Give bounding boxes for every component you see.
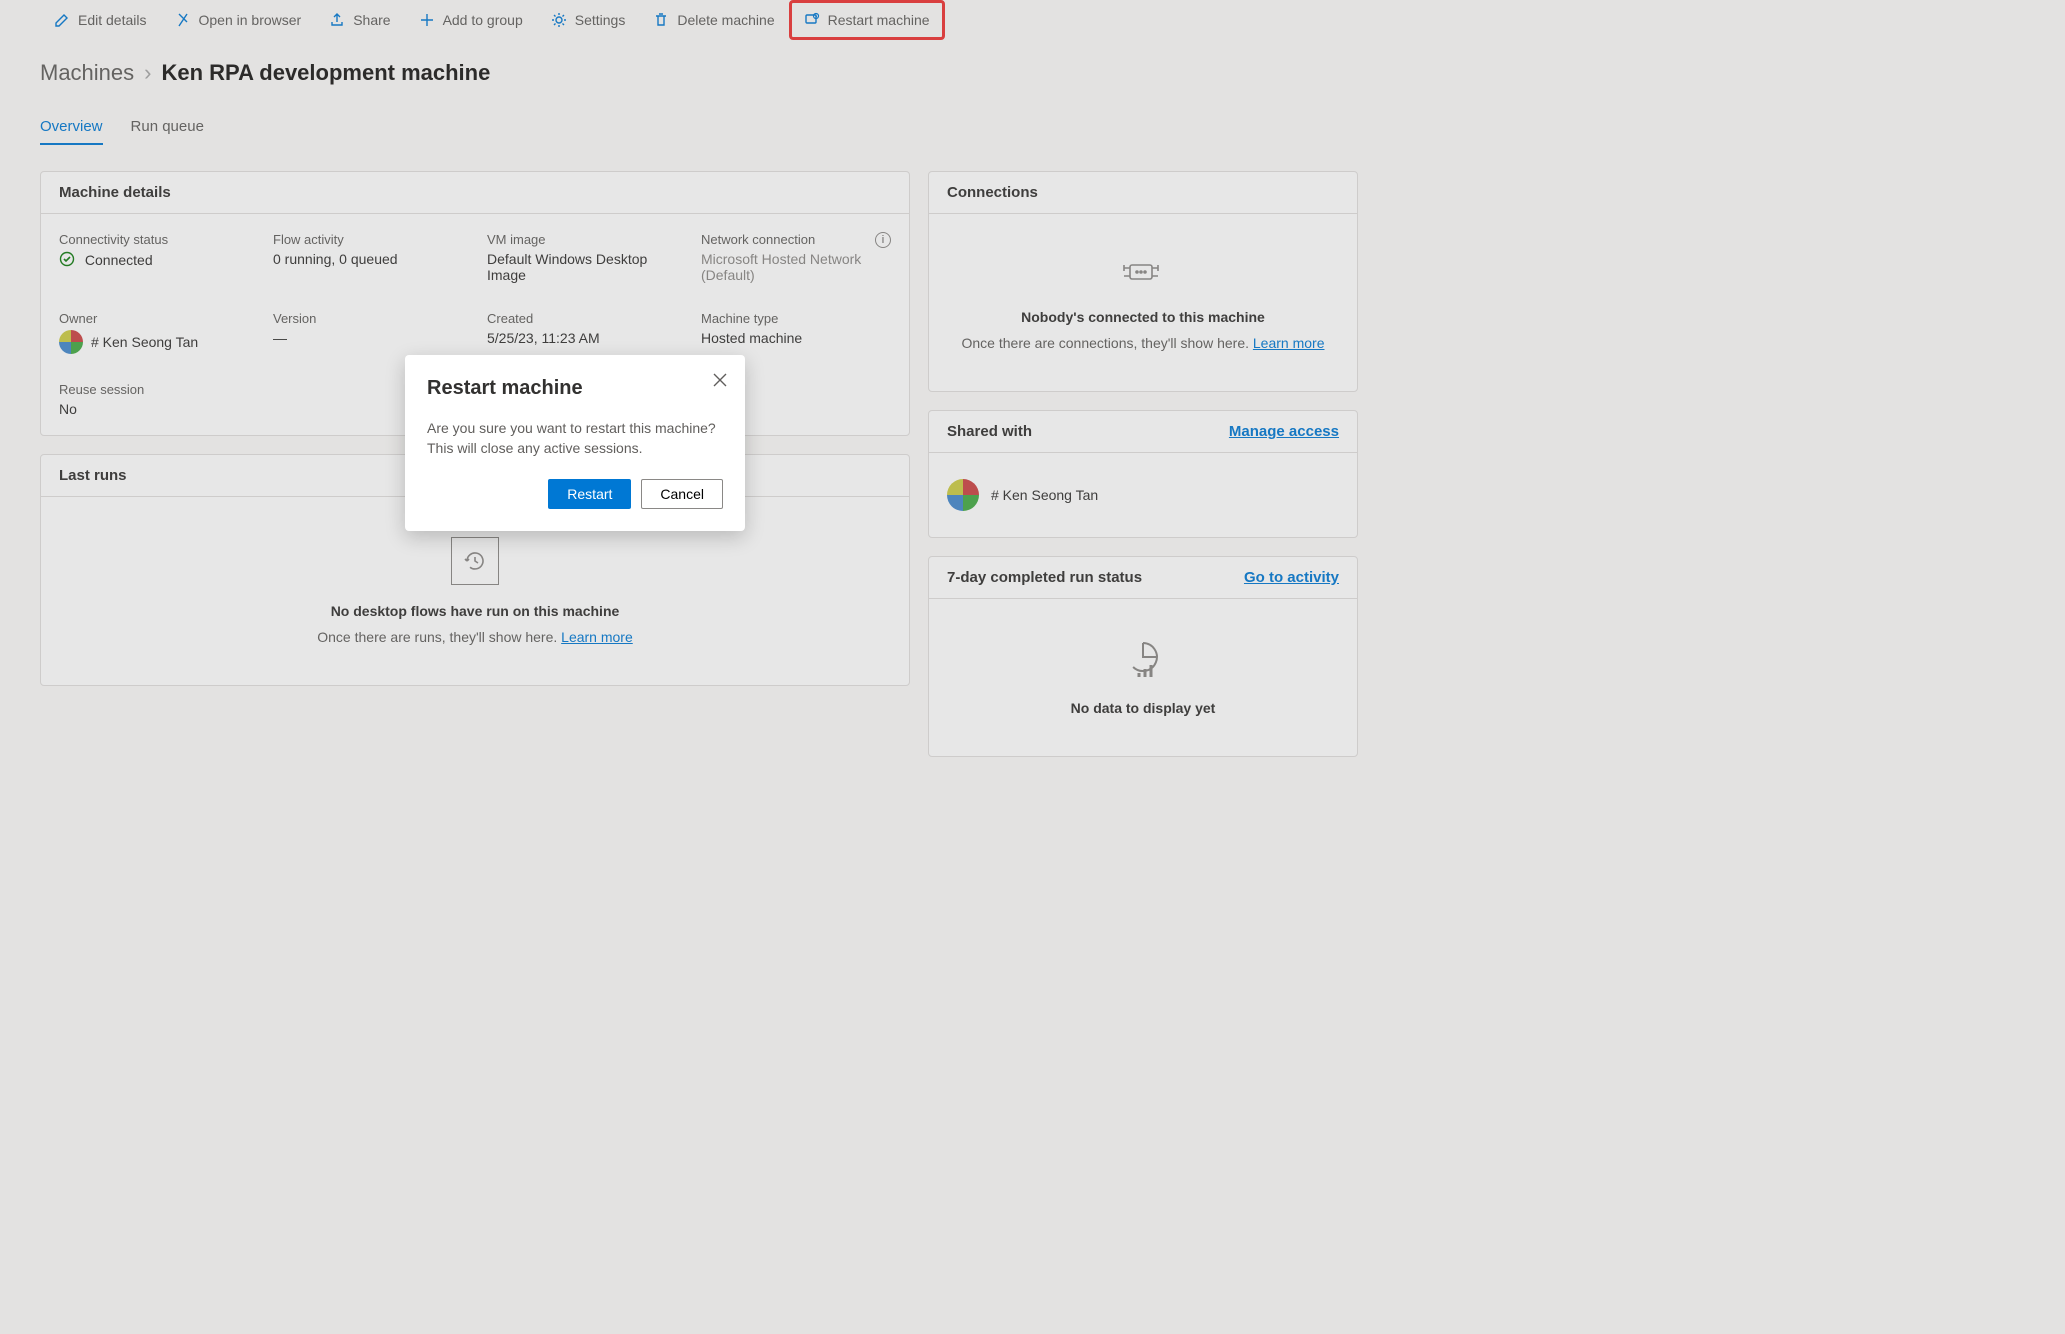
cancel-button[interactable]: Cancel: [641, 479, 723, 509]
close-icon[interactable]: [713, 373, 727, 390]
dialog-title: Restart machine: [427, 377, 723, 400]
restart-button[interactable]: Restart: [548, 479, 631, 509]
modal-backdrop: [0, 0, 2065, 1334]
restart-machine-dialog: Restart machine Are you sure you want to…: [405, 355, 745, 531]
dialog-body: Are you sure you want to restart this ma…: [427, 418, 723, 459]
